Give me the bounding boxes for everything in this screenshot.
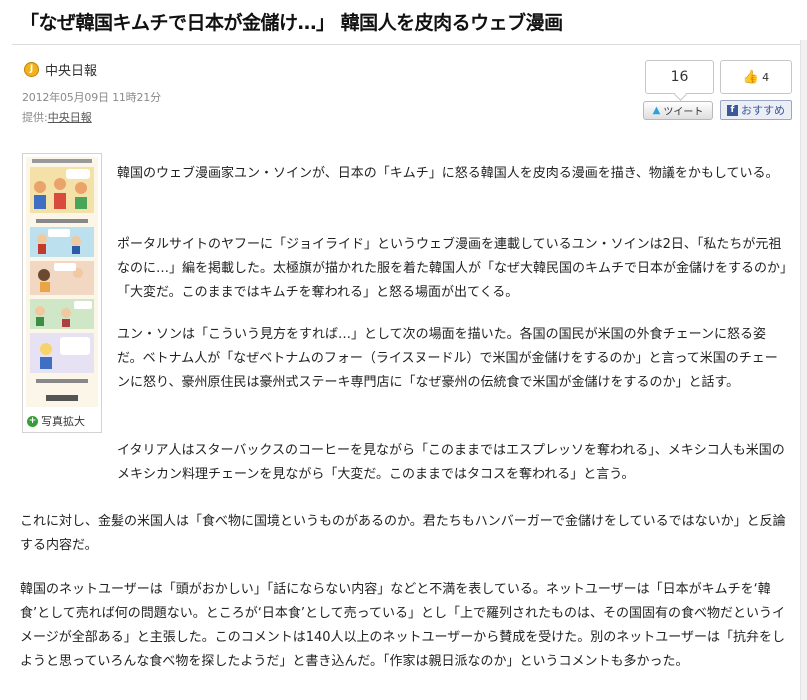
twitter-bird-icon: ▲ — [652, 105, 661, 116]
source-name: 中央日報 — [45, 64, 98, 79]
scrollbar[interactable] — [800, 40, 807, 700]
photo-enlarge-link[interactable]: + 写真拡大 — [27, 413, 85, 429]
article-paragraph: 韓国のネットユーザーは「頭がおかしい」「話にならない内容」などと不満を表している… — [20, 582, 786, 669]
like-button[interactable]: 👍 4 — [720, 60, 792, 94]
like-count: 4 — [762, 70, 770, 84]
article-paragraph: イタリア人はスターバックスのコーヒーを見ながら「このままではエスプレッソを奪われ… — [117, 443, 785, 482]
article-paragraph: これに対し、金髪の米国人は「食べ物に国境というものがあるのか。君たちもハンバーガ… — [20, 514, 786, 553]
recommend-label: おすすめ — [741, 104, 785, 117]
thumbs-up-icon: 👍 — [742, 69, 760, 85]
article-paragraph: ポータルサイトのヤフーに「ジョイライド」というウェブ漫画を連載しているユン・ソイ… — [117, 237, 787, 300]
facebook-recommend-button[interactable]: f おすすめ — [720, 100, 792, 120]
article-paragraph: 韓国のウェブ漫画家ユン・ソインが、日本の「キムチ」に怒る韓国人を皮肉る漫画を描き… — [117, 166, 779, 181]
headline-divider — [12, 44, 807, 45]
zoom-in-icon: + — [27, 415, 38, 427]
tweet-label: ツイート — [663, 107, 704, 118]
article-headline: 「なぜ韓国キムチで日本が金儲け…」 韓国人を皮肉るウェブ漫画 — [20, 12, 563, 34]
facebook-icon: f — [727, 104, 738, 116]
source-row: J 中央日報 — [24, 60, 97, 79]
article-paragraph: ユン・ソンは「こういう見方をすれば…」として次の場面を描いた。各国の国民が米国の… — [117, 327, 778, 390]
credit: 提供:中央日報 — [22, 111, 92, 124]
publish-date: 2012年05月09日 11時21分 — [22, 91, 161, 104]
tweet-count: 16 — [645, 60, 714, 94]
photo-box: + 写真拡大 — [22, 153, 102, 433]
tweet-button[interactable]: ▲ ツイート — [643, 101, 713, 120]
comic-thumbnail[interactable] — [26, 157, 98, 407]
credit-link[interactable]: 中央日報 — [48, 111, 92, 124]
photo-enlarge-label: 写真拡大 — [41, 415, 85, 428]
joongang-logo-icon: J — [24, 62, 39, 77]
